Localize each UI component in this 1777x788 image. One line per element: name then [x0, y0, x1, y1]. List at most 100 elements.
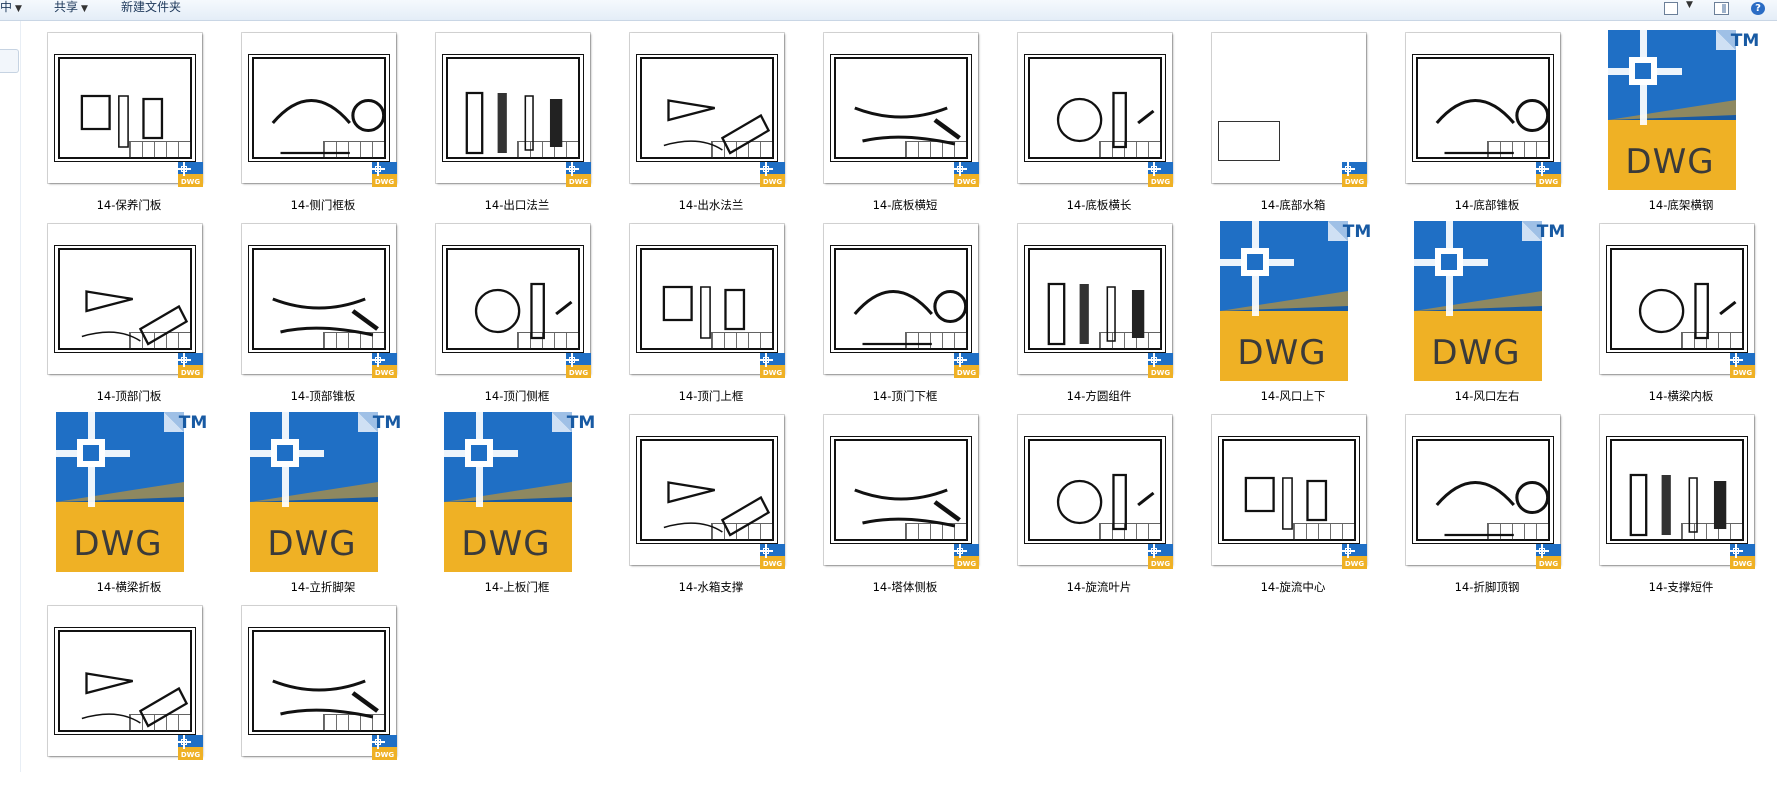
file-item[interactable]: DWG 14-顶门侧框	[432, 221, 602, 406]
file-name-label: 14-底板横长	[1066, 198, 1132, 212]
file-item[interactable]: DWG 14-底部水箱	[1208, 30, 1378, 215]
file-item[interactable]: DWG 14-顶部门板	[44, 221, 214, 406]
file-item[interactable]: TM DWG 14-立折脚架	[238, 412, 408, 597]
svg-text:TM: TM	[373, 413, 400, 433]
file-name-label: 14-立折脚架	[290, 580, 356, 594]
file-item[interactable]: DWG 14-折脚顶钢	[1402, 412, 1572, 597]
file-name-label: 14-保养门板	[96, 198, 162, 212]
svg-text:DWG: DWG	[1539, 560, 1559, 568]
dwg-badge-icon: DWG	[1342, 544, 1367, 569]
svg-text:TM: TM	[567, 413, 594, 433]
file-name-label: 14-底架横钢	[1648, 198, 1714, 212]
file-name-label: 14-风口左右	[1454, 389, 1520, 403]
dwg-badge-icon: DWG	[760, 353, 785, 378]
cad-thumbnail	[1406, 415, 1560, 565]
svg-text:DWG: DWG	[1345, 560, 1365, 568]
cad-thumbnail	[1018, 415, 1172, 565]
file-name-label: 14-顶门侧框	[484, 389, 550, 403]
navigation-pane	[0, 21, 21, 772]
file-item[interactable]: DWG 14-侧门框板	[238, 30, 408, 215]
svg-text:DWG: DWG	[957, 178, 977, 186]
svg-text:DWG: DWG	[569, 369, 589, 377]
toolbar-include-menu[interactable]: 中 ▼	[0, 1, 22, 19]
dwg-badge-icon: DWG	[954, 162, 979, 187]
new-folder-label: 新建文件夹	[121, 0, 182, 14]
file-item[interactable]: TM DWG 14-上板门框	[432, 412, 602, 597]
file-item[interactable]: DWG 14-顶门下框	[820, 221, 990, 406]
file-name-label: 14-顶门下框	[872, 389, 938, 403]
dwg-file-icon: TM DWG	[1608, 30, 1758, 190]
new-folder-button[interactable]: 新建文件夹	[121, 1, 181, 19]
svg-text:DWG: DWG	[1733, 560, 1753, 568]
cad-thumbnail	[1212, 415, 1366, 565]
change-view-icon[interactable]	[1664, 2, 1678, 15]
file-name-label: 14-底部锥板	[1454, 198, 1520, 212]
file-item[interactable]: DWG 14-横梁内板	[1596, 221, 1766, 406]
dwg-badge-icon: DWG	[566, 353, 591, 378]
file-item[interactable]: DWG 14-底部锥板	[1402, 30, 1572, 215]
dwg-file-icon: TM DWG	[444, 412, 594, 572]
file-item[interactable]: TM DWG 14-底架横钢	[1596, 30, 1766, 215]
cad-thumbnail	[1600, 224, 1754, 374]
file-item[interactable]: DWG 14-底板横长	[1014, 30, 1184, 215]
file-item[interactable]: DWG 14-支撑短件	[1596, 412, 1766, 597]
toolbar-share-label: 共享	[54, 0, 79, 14]
dwg-file-icon: TM DWG	[250, 412, 400, 572]
cad-thumbnail	[1018, 33, 1172, 183]
cad-thumbnail	[1212, 33, 1366, 183]
file-item[interactable]: DWG 14-塔体侧板	[820, 412, 990, 597]
cad-thumbnail	[242, 33, 396, 183]
svg-text:TM: TM	[179, 413, 206, 433]
file-item[interactable]: DWG 14-方圆组件	[1014, 221, 1184, 406]
file-item[interactable]: DWG 14-保养门板	[44, 30, 214, 215]
dwg-badge-icon: DWG	[1148, 544, 1173, 569]
file-name-label: 14-侧门框板	[290, 198, 356, 212]
svg-text:DWG: DWG	[957, 369, 977, 377]
svg-text:DWG: DWG	[181, 751, 201, 759]
file-name-label: 14-底部水箱	[1260, 198, 1326, 212]
svg-text:DWG: DWG	[73, 524, 162, 564]
file-item[interactable]: DWG 14-旋流中心	[1208, 412, 1378, 597]
file-name-label: 14-水箱支撑	[678, 580, 744, 594]
file-item[interactable]: DWG 14-底板横短	[820, 30, 990, 215]
dwg-badge-icon: DWG	[1730, 544, 1755, 569]
svg-text:DWG: DWG	[569, 178, 589, 186]
svg-text:DWG: DWG	[1625, 142, 1714, 182]
svg-text:DWG: DWG	[1733, 369, 1753, 377]
chevron-down-icon: ▼	[81, 4, 88, 14]
cad-thumbnail	[48, 606, 202, 756]
dwg-badge-icon: DWG	[372, 353, 397, 378]
file-item[interactable]: DWG	[44, 603, 214, 788]
file-name-label: 14-风口上下	[1260, 389, 1326, 403]
file-item[interactable]: TM DWG 14-风口上下	[1208, 221, 1378, 406]
cad-thumbnail	[48, 224, 202, 374]
file-name-label: 14-方圆组件	[1066, 389, 1132, 403]
dwg-badge-icon: DWG	[178, 353, 203, 378]
chevron-down-icon[interactable]: ▼	[1686, 0, 1693, 13]
svg-text:DWG: DWG	[1431, 333, 1520, 373]
toolbar-share-menu[interactable]: 共享 ▼	[54, 1, 88, 19]
dwg-badge-icon: DWG	[1730, 353, 1755, 378]
file-item[interactable]: DWG 14-出口法兰	[432, 30, 602, 215]
dwg-badge-icon: DWG	[1536, 544, 1561, 569]
file-item[interactable]: DWG 14-旋流叶片	[1014, 412, 1184, 597]
file-name-label: 14-折脚顶钢	[1454, 580, 1520, 594]
navigation-pane-tab[interactable]	[0, 49, 19, 73]
file-item[interactable]: DWG 14-顶部锥板	[238, 221, 408, 406]
file-item[interactable]: TM DWG 14-风口左右	[1402, 221, 1572, 406]
file-item[interactable]: DWG 14-水箱支撑	[626, 412, 796, 597]
file-item[interactable]: DWG 14-顶门上框	[626, 221, 796, 406]
preview-pane-icon[interactable]	[1714, 2, 1729, 15]
file-item[interactable]: DWG 14-出水法兰	[626, 30, 796, 215]
dwg-badge-icon: DWG	[372, 735, 397, 760]
svg-text:DWG: DWG	[181, 178, 201, 186]
file-name-label: 14-支撑短件	[1648, 580, 1714, 594]
file-item[interactable]: DWG	[238, 603, 408, 788]
dwg-badge-icon: DWG	[1148, 353, 1173, 378]
file-name-label: 14-上板门框	[484, 580, 550, 594]
file-name-label: 14-顶部锥板	[290, 389, 356, 403]
svg-text:DWG: DWG	[1237, 333, 1326, 373]
file-item[interactable]: TM DWG 14-横梁折板	[44, 412, 214, 597]
dwg-badge-icon: DWG	[372, 162, 397, 187]
help-icon[interactable]: ?	[1751, 2, 1765, 15]
